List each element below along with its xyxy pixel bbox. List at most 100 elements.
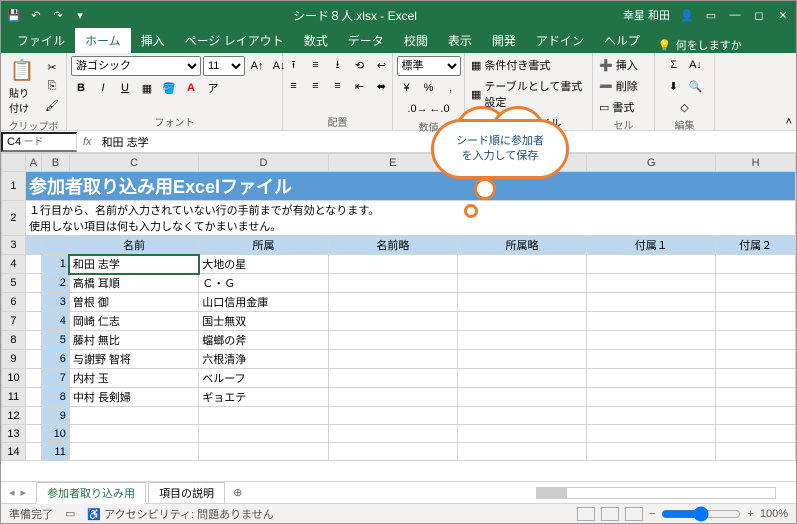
row-header[interactable]: 4 (2, 255, 26, 274)
data-cell[interactable] (587, 388, 716, 407)
row-header[interactable]: 10 (2, 369, 26, 388)
fill-button[interactable]: ⬇ (664, 77, 684, 95)
zoom-in-button[interactable]: + (747, 508, 753, 520)
bold-button[interactable]: B (71, 79, 91, 97)
header-cell[interactable] (41, 236, 69, 255)
data-cell[interactable]: 和田 志学 (69, 255, 198, 274)
italic-button[interactable]: I (93, 79, 113, 97)
header-cell[interactable]: 所属 (199, 236, 328, 255)
delete-cells-button[interactable]: ➖削除 (597, 77, 640, 95)
data-cell[interactable]: 2 (41, 274, 69, 293)
autosum-button[interactable]: Σ (664, 56, 684, 74)
tab-addin[interactable]: アドイン (526, 28, 594, 53)
currency-button[interactable]: ¥ (397, 79, 417, 97)
header-cell[interactable]: 付属２ (716, 236, 796, 255)
user-name[interactable]: 幸星 和田 (623, 7, 670, 23)
tab-file[interactable]: ファイル (7, 28, 75, 53)
tab-layout[interactable]: ページ レイアウト (175, 28, 294, 53)
data-cell[interactable]: 岡崎 仁志 (69, 312, 198, 331)
data-cell[interactable] (328, 312, 457, 331)
format-painter-button[interactable]: 🖌 (42, 97, 62, 115)
format-cells-button[interactable]: ▭書式 (597, 98, 636, 116)
align-top-button[interactable]: ⭱ (284, 56, 304, 74)
data-cell[interactable]: 六根清浄 (199, 350, 328, 369)
clear-button[interactable]: ◇ (675, 98, 695, 116)
normal-view-button[interactable] (577, 507, 595, 521)
worksheet-grid[interactable]: ABCDEFGH1参加者取り込み用Excelファイル2１行目から、名前が入力され… (1, 153, 796, 481)
data-cell[interactable] (587, 274, 716, 293)
data-cell[interactable] (199, 425, 328, 443)
row-header[interactable]: 5 (2, 274, 26, 293)
data-cell[interactable]: 山口信用金庫 (199, 293, 328, 312)
data-cell[interactable]: 3 (41, 293, 69, 312)
wrap-text-button[interactable]: ↩ (372, 56, 392, 74)
data-cell[interactable]: 1 (41, 255, 69, 274)
data-cell[interactable]: 11 (41, 443, 69, 461)
data-cell[interactable] (716, 443, 796, 461)
sheet-nav-last-icon[interactable]: ▸ (21, 486, 27, 499)
row-header[interactable]: 2 (2, 201, 26, 236)
col-header[interactable] (2, 154, 26, 172)
header-cell[interactable]: 付属１ (587, 236, 716, 255)
orientation-button[interactable]: ⟲ (350, 56, 370, 74)
align-bottom-button[interactable]: ⭳ (328, 56, 348, 74)
data-cell[interactable] (328, 369, 457, 388)
align-middle-button[interactable]: ≡ (306, 56, 326, 74)
data-cell[interactable] (199, 407, 328, 425)
row-header[interactable]: 7 (2, 312, 26, 331)
paste-button[interactable]: 📋 貼り付け (5, 56, 39, 117)
data-cell[interactable] (457, 388, 586, 407)
font-size-combo[interactable]: 11 (203, 56, 245, 76)
percent-button[interactable]: % (419, 79, 439, 97)
data-cell[interactable] (328, 331, 457, 350)
ribbon-display-icon[interactable]: ▭ (704, 8, 718, 22)
data-cell[interactable]: 蟷螂の斧 (199, 331, 328, 350)
data-cell[interactable] (716, 388, 796, 407)
header-cell[interactable]: 所属略 (457, 236, 586, 255)
data-cell[interactable]: 高橋 耳順 (69, 274, 198, 293)
collapse-ribbon-button[interactable]: ˄ (786, 116, 792, 128)
tab-review[interactable]: 校閲 (394, 28, 438, 53)
data-cell[interactable] (587, 350, 716, 369)
maximize-icon[interactable]: ◻ (752, 8, 766, 22)
data-cell[interactable] (457, 312, 586, 331)
data-cell[interactable] (716, 425, 796, 443)
comma-button[interactable]: , (441, 79, 461, 97)
page-layout-view-button[interactable] (601, 507, 619, 521)
data-cell[interactable]: 5 (41, 331, 69, 350)
row-header[interactable]: 1 (2, 172, 26, 201)
font-name-combo[interactable]: 游ゴシック (71, 56, 201, 76)
data-cell[interactable] (457, 407, 586, 425)
minimize-icon[interactable]: — (728, 8, 742, 22)
row-header[interactable]: 12 (2, 407, 26, 425)
autosave-icon[interactable]: 💾 (7, 8, 21, 22)
find-button[interactable]: 🔍 (686, 77, 706, 95)
data-cell[interactable] (716, 312, 796, 331)
data-cell[interactable] (328, 443, 457, 461)
border-button[interactable]: ▦ (137, 79, 157, 97)
qat-dropdown-icon[interactable]: ▾ (73, 8, 87, 22)
data-cell[interactable] (69, 425, 198, 443)
data-cell[interactable] (25, 331, 41, 350)
data-cell[interactable] (587, 425, 716, 443)
data-cell[interactable] (716, 255, 796, 274)
data-cell[interactable] (25, 293, 41, 312)
tab-formulas[interactable]: 数式 (294, 28, 338, 53)
row-header[interactable]: 13 (2, 425, 26, 443)
zoom-level[interactable]: 100% (760, 508, 788, 520)
data-cell[interactable] (25, 274, 41, 293)
data-cell[interactable]: 曽根 御 (69, 293, 198, 312)
data-cell[interactable] (457, 255, 586, 274)
data-cell[interactable] (25, 350, 41, 369)
data-cell[interactable]: 7 (41, 369, 69, 388)
data-cell[interactable] (328, 425, 457, 443)
data-cell[interactable]: 内村 玉 (69, 369, 198, 388)
font-color-button[interactable]: A (181, 79, 201, 97)
underline-button[interactable]: U (115, 79, 135, 97)
tab-data[interactable]: データ (338, 28, 394, 53)
data-cell[interactable] (328, 350, 457, 369)
data-cell[interactable] (457, 293, 586, 312)
col-header[interactable]: D (199, 154, 328, 172)
data-cell[interactable] (587, 255, 716, 274)
sort-filter-button[interactable]: A↓ (686, 56, 706, 74)
